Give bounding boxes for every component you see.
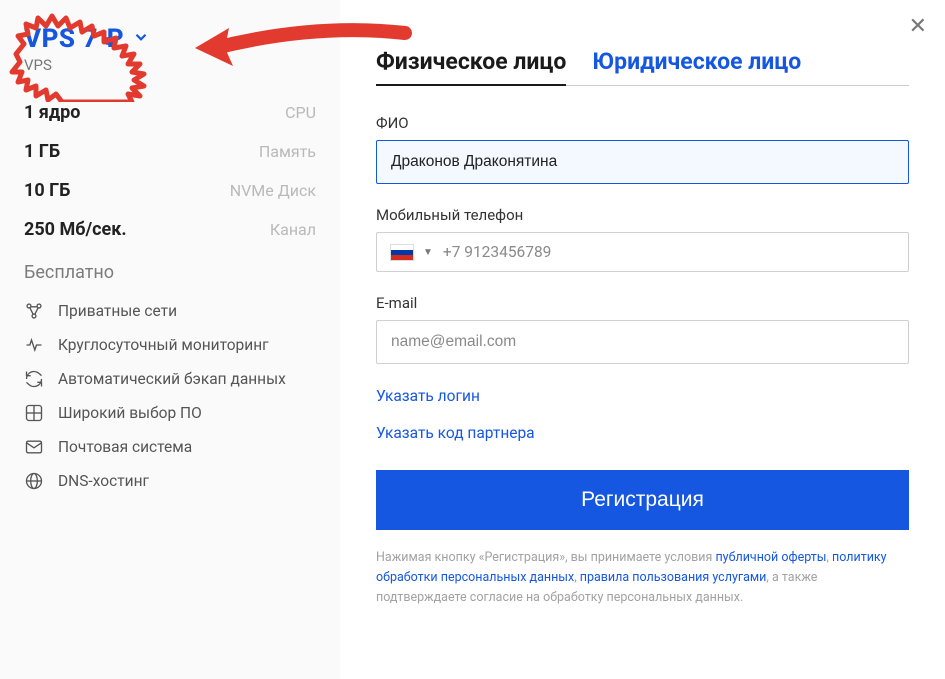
offer-link[interactable]: публичной оферты — [715, 550, 826, 565]
feature-item: Почтовая система — [24, 437, 316, 457]
phone-placeholder-text: +7 9123456789 — [443, 243, 551, 261]
feature-item: Круглосуточный мониторинг — [24, 335, 316, 355]
field-fio: ФИО — [376, 114, 909, 184]
sidebar: VPS 7 ₽ VPS 1 ядроCPU 1 ГБПамять 10 ГБNV… — [0, 0, 340, 679]
feature-item: Автоматический бэкап данных — [24, 369, 316, 389]
feature-item: DNS-хостинг — [24, 471, 316, 491]
email-input[interactable] — [376, 320, 909, 364]
backup-icon — [24, 369, 44, 389]
spec-row: 250 Мб/сек.Канал — [24, 219, 316, 240]
page-layout: VPS 7 ₽ VPS 1 ядроCPU 1 ГБПамять 10 ГБNV… — [0, 0, 945, 679]
free-section-label: Бесплатно — [24, 262, 316, 283]
plan-header: VPS 7 ₽ VPS — [24, 24, 316, 74]
register-button[interactable]: Регистрация — [376, 470, 909, 530]
spec-row: 1 ядроCPU — [24, 102, 316, 123]
caret-down-icon[interactable]: ▼ — [423, 247, 433, 258]
monitor-icon — [24, 335, 44, 355]
tab-individual[interactable]: Физическое лицо — [376, 48, 566, 85]
fio-label: ФИО — [376, 114, 909, 132]
tabs: Физическое лицо Юридическое лицо — [376, 48, 909, 86]
disclaimer-text: Нажимая кнопку «Регистрация», вы принима… — [376, 548, 909, 608]
dns-icon — [24, 471, 44, 491]
feature-item: Приватные сети — [24, 301, 316, 321]
phone-label: Мобильный телефон — [376, 206, 909, 224]
country-flag-icon[interactable] — [391, 245, 413, 260]
spec-row: 1 ГБПамять — [24, 141, 316, 162]
close-icon[interactable]: ✕ — [909, 14, 927, 39]
field-phone: Мобильный телефон ▼ +7 9123456789 — [376, 206, 909, 272]
field-email: E-mail — [376, 294, 909, 364]
mail-icon — [24, 437, 44, 457]
feature-item: Широкий выбор ПО — [24, 403, 316, 423]
tab-legal[interactable]: Юридическое лицо — [592, 48, 801, 85]
main-panel: ✕ Физическое лицо Юридическое лицо ФИО М… — [340, 0, 945, 679]
plan-subtitle: VPS — [24, 56, 316, 74]
phone-input-wrapper[interactable]: ▼ +7 9123456789 — [376, 232, 909, 272]
fio-input[interactable] — [376, 140, 909, 184]
specify-login-link[interactable]: Указать логин — [376, 387, 480, 405]
plan-selector[interactable]: VPS 7 ₽ — [24, 24, 316, 54]
email-label: E-mail — [376, 294, 909, 312]
plan-title: VPS 7 ₽ — [24, 24, 124, 54]
chevron-down-icon — [132, 28, 150, 50]
terms-link[interactable]: правила пользования услугами — [580, 570, 767, 585]
software-icon — [24, 403, 44, 423]
spec-row: 10 ГБNVMe Диск — [24, 180, 316, 201]
specify-partner-link[interactable]: Указать код партнера — [376, 424, 535, 442]
network-icon — [24, 301, 44, 321]
